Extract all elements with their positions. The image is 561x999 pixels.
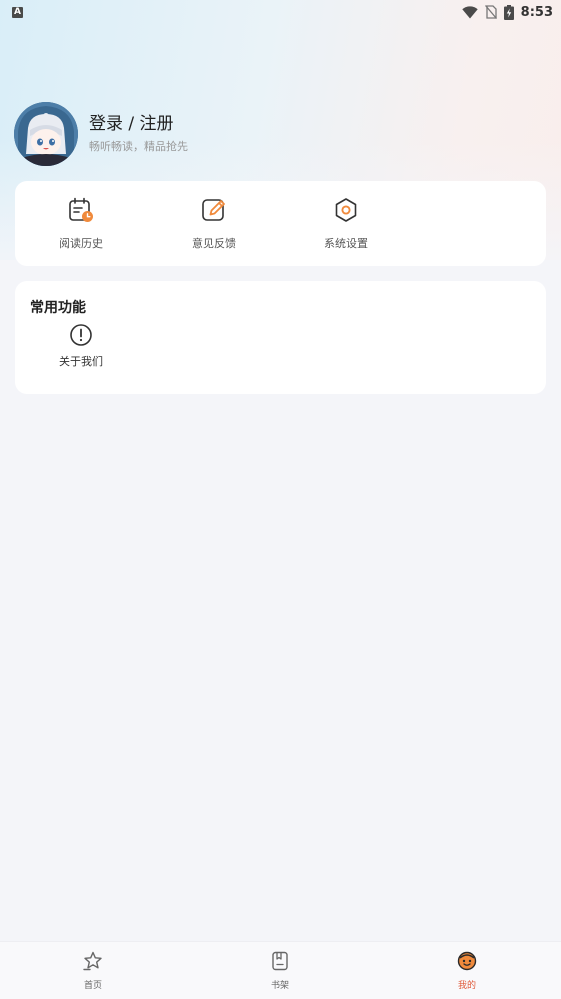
about-us-label: 关于我们	[59, 355, 103, 368]
login-subtitle: 畅听畅读，精品抢先	[89, 139, 188, 153]
reading-history-icon	[69, 197, 93, 222]
nav-home-label: 首页	[83, 981, 102, 991]
common-functions-title: 常用功能	[30, 300, 86, 316]
wifi-icon	[461, 5, 478, 18]
about-us-button[interactable]: 关于我们	[51, 323, 111, 369]
bookshelf-icon	[272, 951, 288, 971]
system-settings-button[interactable]: 系统设置	[301, 196, 391, 251]
nav-mine[interactable]: 我的	[437, 950, 497, 991]
info-exclamation-icon	[70, 324, 92, 346]
notification-a-icon: A	[12, 6, 23, 18]
common-functions-card: 常用功能 关于我们	[15, 281, 546, 394]
settings-hexagon-icon	[335, 198, 357, 222]
quick-actions-card: 阅读历史 意见反馈 系统设置	[15, 181, 546, 266]
reading-history-label: 阅读历史	[59, 237, 103, 250]
bottom-navigation: 首页 书架 我的	[0, 941, 561, 999]
profile-text: 登录 / 注册 畅听畅读，精品抢先	[89, 113, 188, 154]
feedback-label: 意见反馈	[192, 237, 236, 250]
no-sim-icon	[484, 5, 497, 19]
nav-bookshelf-label: 书架	[270, 981, 289, 991]
login-register-title[interactable]: 登录 / 注册	[89, 113, 188, 135]
feedback-edit-icon	[202, 199, 225, 221]
feedback-button[interactable]: 意见反馈	[169, 196, 259, 251]
nav-mine-label: 我的	[457, 981, 476, 991]
profile-login-area[interactable]: 登录 / 注册 畅听畅读，精品抢先	[14, 101, 188, 167]
system-settings-label: 系统设置	[324, 237, 368, 250]
avatar-image	[14, 102, 78, 166]
status-time: 8:53	[520, 4, 553, 20]
nav-home[interactable]: 首页	[63, 950, 123, 991]
home-star-icon	[83, 951, 102, 971]
status-bar-left: A	[12, 6, 23, 18]
battery-charging-icon	[503, 4, 514, 20]
profile-face-icon	[457, 951, 477, 971]
reading-history-button[interactable]: 阅读历史	[36, 196, 126, 251]
status-bar: A 8:53	[0, 0, 561, 24]
status-bar-right: 8:53	[461, 4, 553, 20]
avatar[interactable]	[14, 102, 78, 166]
nav-bookshelf[interactable]: 书架	[250, 950, 310, 991]
